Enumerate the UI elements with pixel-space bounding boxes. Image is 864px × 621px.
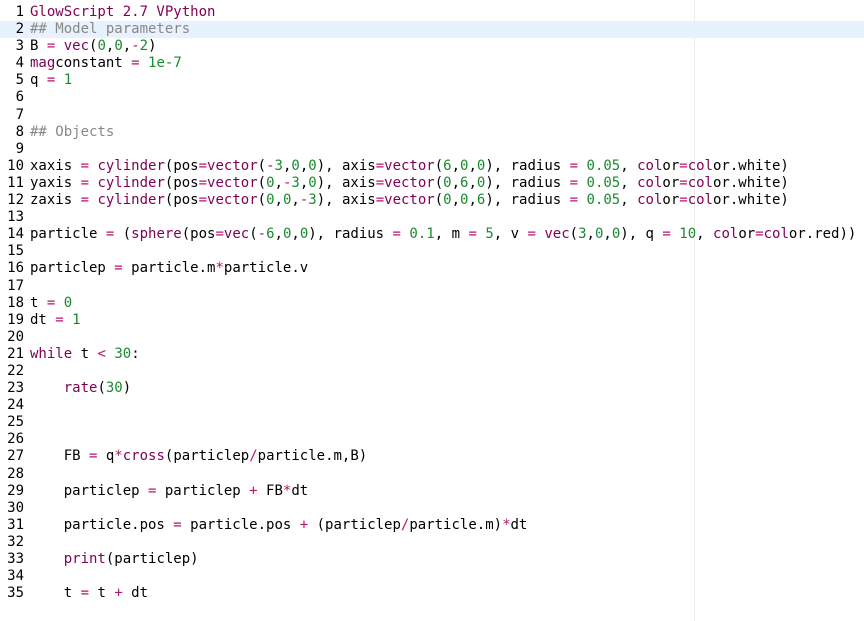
line-number: 21: [7, 345, 24, 362]
line-number: 18: [7, 294, 24, 311]
code-line[interactable]: 11 yaxis = cylinder(pos=vector(0,-3,0), a…: [0, 175, 864, 192]
code-lines[interactable]: 1 GlowScript 2.7 VPython 2 ## Model paramet…: [0, 4, 864, 602]
code-line[interactable]: 8 ## Objects: [0, 124, 864, 141]
code-line[interactable]: 15: [0, 243, 864, 260]
code-line[interactable]: 1 GlowScript 2.7 VPython: [0, 4, 864, 21]
code-line[interactable]: 26: [0, 431, 864, 448]
line-number: 2: [15, 21, 24, 38]
line-number: 30: [7, 499, 24, 516]
line-number: 7: [15, 106, 24, 123]
line-text[interactable]: yaxis = cylinder(pos=vector(0,-3,0), axi…: [24, 175, 789, 192]
line-number: 29: [7, 482, 24, 499]
line-number: 11: [7, 174, 24, 191]
code-line[interactable]: 24: [0, 397, 864, 414]
line-number: 6: [15, 89, 24, 106]
line-text[interactable]: rate(30): [24, 380, 131, 397]
line-text[interactable]: t = 0: [24, 295, 72, 312]
line-number: 5: [15, 72, 24, 89]
code-line[interactable]: 22: [0, 363, 864, 380]
line-number: 4: [15, 55, 24, 72]
line-number: 22: [7, 362, 24, 379]
line-text[interactable]: t = t + dt: [24, 585, 148, 602]
code-line[interactable]: 21 while t < 30:: [0, 346, 864, 363]
line-number: 24: [7, 397, 24, 414]
line-text[interactable]: ## Objects: [24, 124, 114, 141]
line-number: 20: [7, 328, 24, 345]
code-line[interactable]: 34: [0, 568, 864, 585]
code-line[interactable]: 23 rate(30): [0, 380, 864, 397]
code-line[interactable]: 35 t = t + dt: [0, 585, 864, 602]
line-number: 33: [7, 551, 24, 567]
code-line[interactable]: 18 t = 0: [0, 295, 864, 312]
line-text[interactable]: GlowScript 2.7 VPython: [24, 4, 215, 21]
line-text[interactable]: B = vec(0,0,-2): [24, 38, 157, 55]
line-number: 25: [7, 414, 24, 431]
line-number: 26: [7, 431, 24, 448]
line-number: 35: [7, 585, 24, 602]
line-number: 12: [7, 192, 24, 209]
line-number: 10: [7, 157, 24, 174]
line-number: 34: [7, 568, 24, 585]
code-line[interactable]: 6: [0, 89, 864, 106]
line-text[interactable]: particle.pos = particle.pos + (particlep…: [24, 517, 528, 534]
line-number: 3: [15, 38, 24, 55]
line-number: 27: [7, 448, 24, 465]
line-text[interactable]: particlep = particlep + FB*dt: [24, 483, 309, 500]
line-number: 9: [15, 140, 24, 157]
code-line[interactable]: 31 particle.pos = particle.pos + (partic…: [0, 517, 864, 534]
line-text[interactable]: dt = 1: [24, 312, 81, 329]
line-number: 15: [7, 243, 24, 260]
code-line[interactable]: 9: [0, 141, 864, 158]
line-number: 32: [7, 533, 24, 550]
code-line[interactable]: 28: [0, 466, 864, 483]
code-line[interactable]: 16 particlep = particle.m*particle.v: [0, 260, 864, 277]
line-text[interactable]: ## Model parameters: [24, 21, 190, 38]
line-text[interactable]: print(particlep): [24, 551, 199, 568]
code-line[interactable]: 33 print(particlep): [0, 551, 864, 568]
line-number: 23: [7, 380, 24, 397]
code-line[interactable]: 14 particle = (sphere(pos=vec(-6,0,0), ra…: [0, 226, 864, 243]
line-number: 14: [7, 226, 24, 243]
line-text[interactable]: while t < 30:: [24, 346, 140, 363]
line-number: 28: [7, 465, 24, 482]
code-line[interactable]: 3B = vec(0,0,-2): [0, 38, 864, 55]
line-text[interactable]: FB = q*cross(particlep/particle.m,B): [24, 448, 368, 465]
line-text[interactable]: particle = (sphere(pos=vec(-6,0,0), radi…: [24, 226, 856, 243]
code-line[interactable]: 27 FB = q*cross(particlep/particle.m,B): [0, 448, 864, 465]
line-number: 13: [7, 209, 24, 226]
code-line[interactable]: 4 magconstant = 1e-7: [0, 55, 864, 72]
code-line[interactable]: 20: [0, 329, 864, 346]
code-line[interactable]: 19 dt = 1: [0, 312, 864, 329]
code-line[interactable]: 5q = 1: [0, 72, 864, 89]
code-editor[interactable]: 1 GlowScript 2.7 VPython 2 ## Model paramet…: [0, 0, 864, 621]
code-line[interactable]: 12 zaxis = cylinder(pos=vector(0,0,-3), a…: [0, 192, 864, 209]
code-line[interactable]: 32: [0, 534, 864, 551]
code-line[interactable]: 17: [0, 278, 864, 295]
line-text[interactable]: zaxis = cylinder(pos=vector(0,0,-3), axi…: [24, 192, 789, 209]
code-line[interactable]: 2 ## Model parameters: [0, 21, 864, 39]
line-text[interactable]: xaxis = cylinder(pos=vector(-3,0,0), axi…: [24, 158, 789, 175]
line-text[interactable]: particlep = particle.m*particle.v: [24, 260, 308, 277]
line-number: 17: [7, 277, 24, 294]
line-number: 8: [15, 123, 24, 140]
line-number: 16: [7, 260, 24, 277]
line-number: 31: [7, 516, 24, 533]
code-line[interactable]: 30: [0, 500, 864, 517]
line-number: 19: [7, 311, 24, 328]
code-line[interactable]: 25: [0, 414, 864, 431]
line-text[interactable]: magconstant = 1e-7: [24, 55, 182, 72]
code-line[interactable]: 29 particlep = particlep + FB*dt: [0, 483, 864, 500]
line-number: 1: [15, 4, 24, 20]
code-line[interactable]: 7: [0, 107, 864, 124]
code-line[interactable]: 10 xaxis = cylinder(pos=vector(-3,0,0), a…: [0, 158, 864, 175]
code-line[interactable]: 13: [0, 209, 864, 226]
line-text[interactable]: q = 1: [24, 72, 72, 89]
